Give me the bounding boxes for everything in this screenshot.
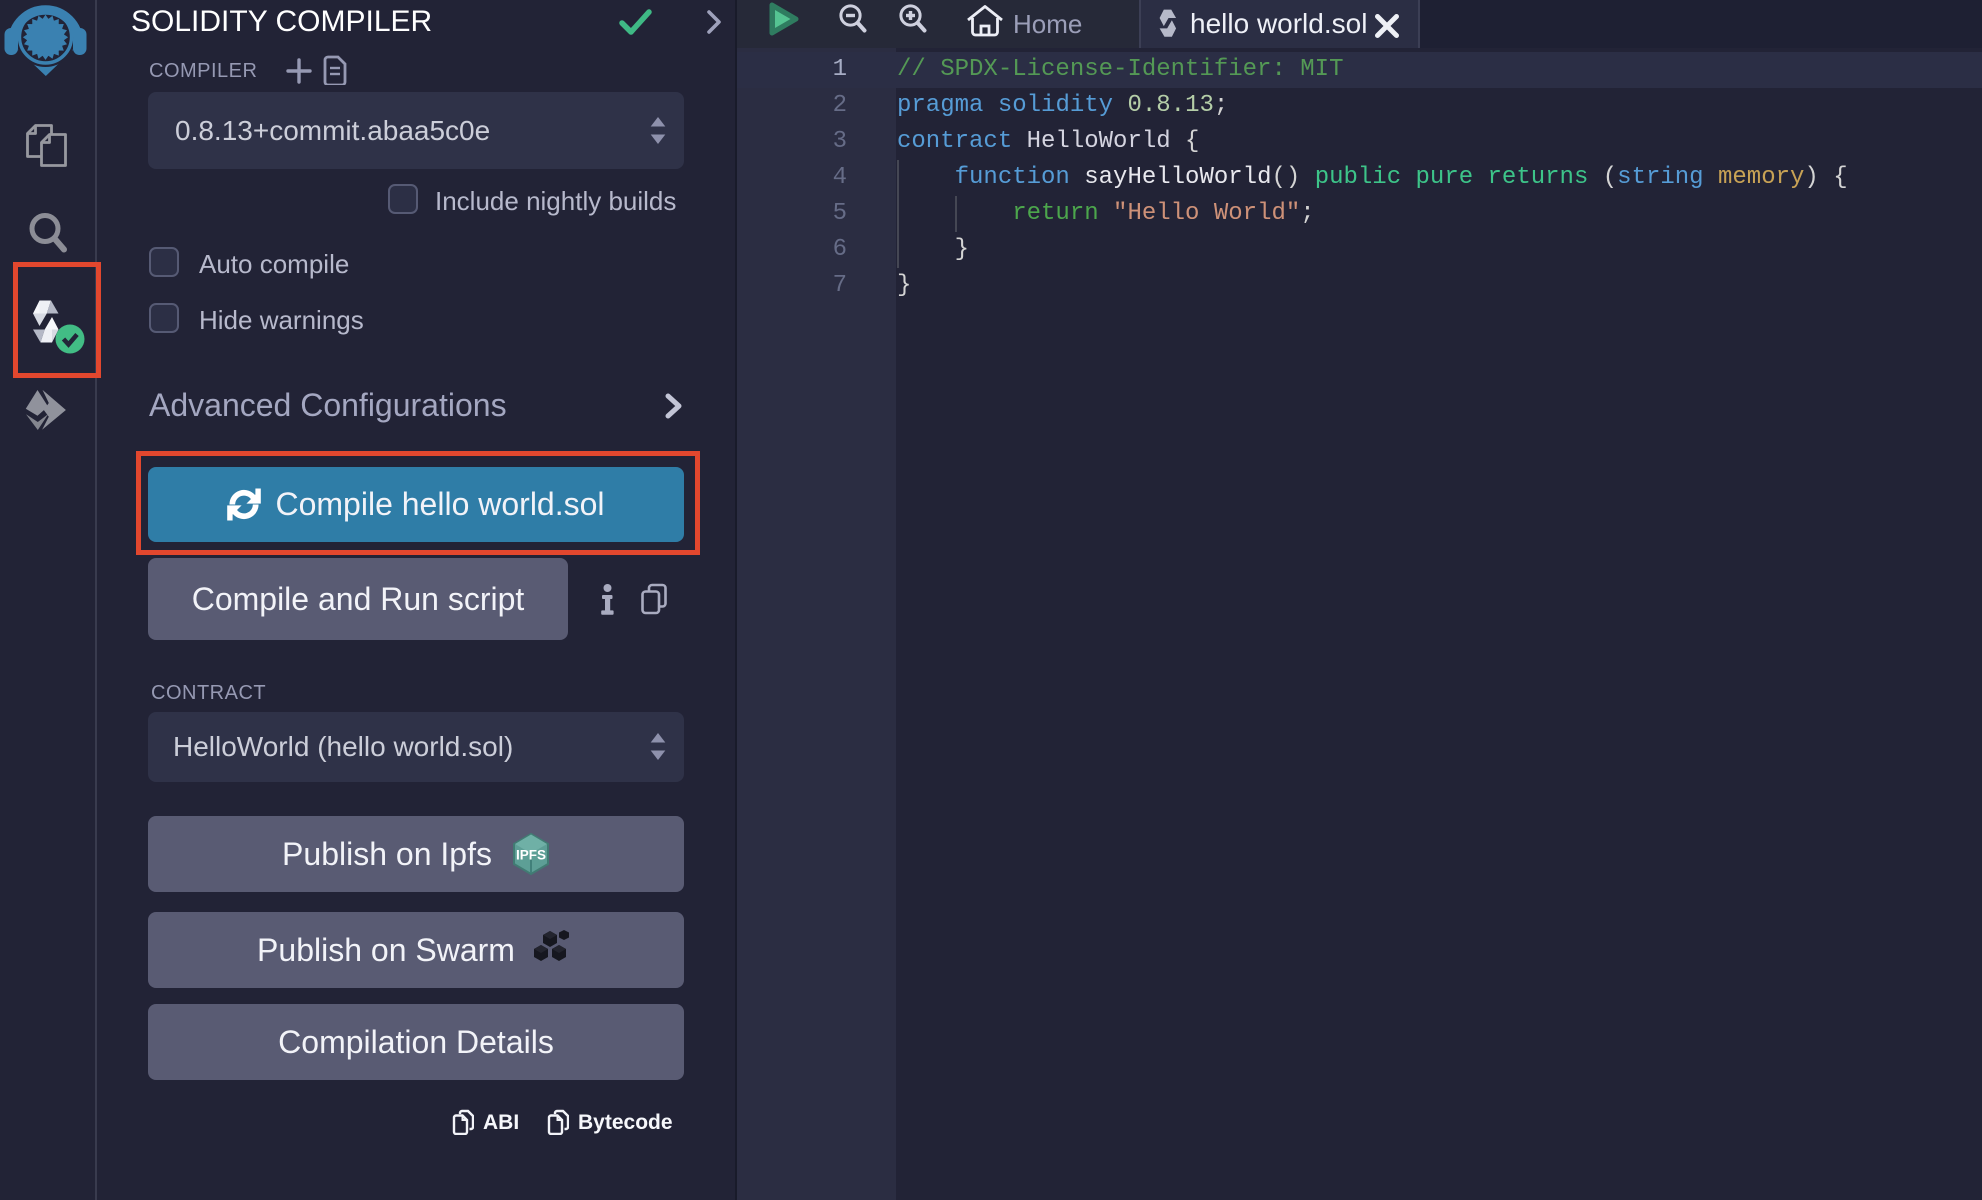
svg-text:IPFS: IPFS	[516, 848, 546, 863]
